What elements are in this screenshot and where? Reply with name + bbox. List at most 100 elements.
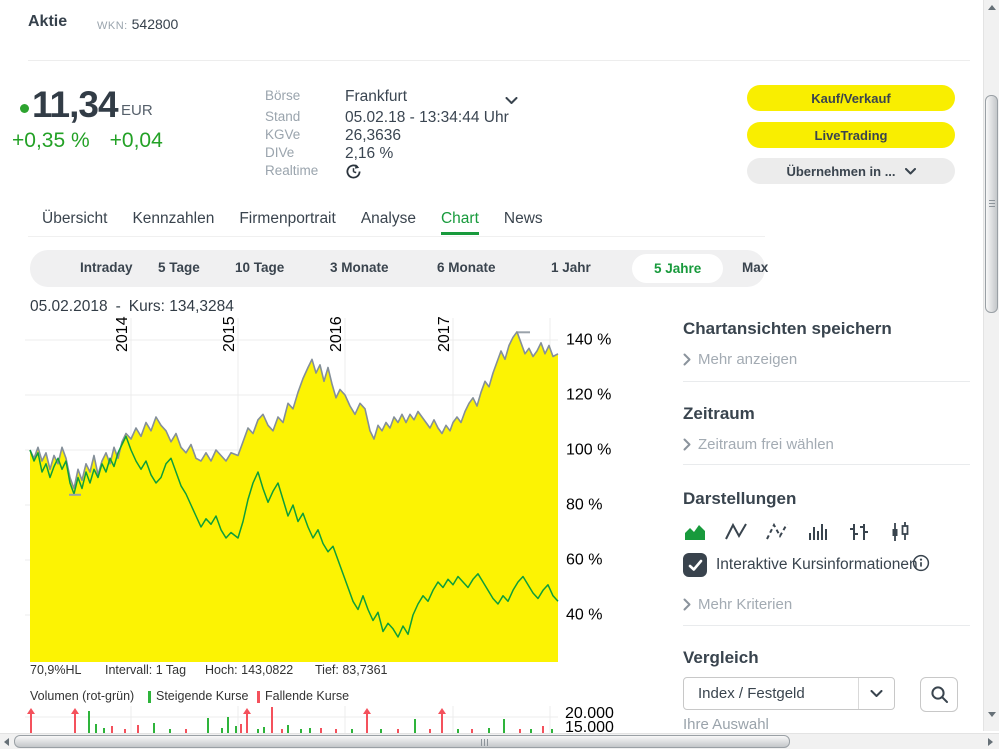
sidebar-divider: [683, 625, 970, 626]
tab-firmenportrait[interactable]: Firmenportrait: [239, 210, 335, 235]
range-max[interactable]: Max: [742, 260, 768, 275]
dive-label: DIVe: [265, 145, 295, 160]
instrument-type-title: Aktie: [28, 13, 68, 30]
interactive-info-checkbox[interactable]: [683, 553, 707, 577]
range-6-monate[interactable]: 6 Monate: [437, 260, 496, 275]
darstellungen-heading: Darstellungen: [683, 489, 797, 508]
change-absolute: +0,04: [109, 129, 163, 152]
chevron-down-icon: [904, 167, 916, 175]
svg-text:2017: 2017: [436, 316, 453, 352]
range-10-tage[interactable]: 10 Tage: [235, 260, 284, 275]
range-3-monate[interactable]: 3 Monate: [330, 260, 389, 275]
horizontal-scrollbar[interactable]: [0, 733, 999, 749]
section-tabs: Übersicht Kennzahlen Firmenportrait Anal…: [42, 210, 543, 235]
tab-chart[interactable]: Chart: [440, 210, 479, 235]
zeitraum-heading: Zeitraum: [683, 404, 755, 423]
interactive-info-label: Interaktive Kursinformationen: [716, 556, 918, 573]
tab-kennzahlen[interactable]: Kennzahlen: [132, 210, 214, 235]
stand-label: Stand: [265, 109, 301, 124]
chevron-down-icon: [858, 678, 894, 709]
comparison-search-button[interactable]: [920, 677, 958, 712]
volume-legend-title: Volumen (rot-grün): [30, 689, 135, 703]
kgve-value: 26,3636: [345, 127, 402, 144]
show-more-link[interactable]: Mehr anzeigen: [683, 351, 797, 368]
free-period-link[interactable]: Zeitraum frei wählen: [683, 436, 834, 453]
chart-date-separator: -: [115, 298, 121, 315]
live-trading-button[interactable]: LiveTrading: [747, 122, 955, 148]
apply-to-label: Übernehmen in ...: [786, 163, 896, 179]
vergleich-heading: Vergleich: [683, 648, 759, 667]
detail-row-stand: Stand 05.02.18 - 13:34:44 Uhr: [265, 109, 535, 128]
stand-value: 05.02.18 - 13:34:44 Uhr: [345, 109, 509, 126]
chart-kurs: Kurs: 134,3284: [128, 298, 234, 315]
realtime-label: Realtime: [265, 163, 319, 178]
vertical-scrollbar-thumb[interactable]: [985, 95, 998, 313]
chevron-down-icon[interactable]: [505, 92, 518, 110]
horizontal-scrollbar-thumb[interactable]: [14, 735, 790, 748]
bar-chart-icon[interactable]: [806, 520, 830, 544]
chevron-right-icon: [683, 438, 691, 451]
tab-news[interactable]: News: [504, 210, 543, 235]
sidebar-divider: [683, 381, 970, 382]
range-5-jahre-active[interactable]: 5 Jahre: [632, 254, 724, 283]
volume-legend-up: Steigende Kurse: [156, 689, 249, 703]
vertical-scrollbar[interactable]: [983, 0, 999, 731]
dashed-line-chart-icon[interactable]: [765, 520, 789, 544]
price-chart-plot[interactable]: 2014 2015 2016 2017 140 % 120 % 100 % 80 % 60 % 4…: [0, 316, 660, 749]
scroll-up-arrow[interactable]: [988, 5, 996, 10]
comparison-select-value: Index / Festgeld: [698, 685, 805, 702]
candlestick-chart-icon[interactable]: [888, 520, 912, 544]
chart-crosshair-readout: 05.02.2018- Kurs: 134,3284: [30, 298, 242, 316]
chart-type-icons: [683, 520, 912, 544]
buy-sell-button[interactable]: Kauf/Verkauf: [747, 85, 955, 111]
detail-row-kgve: KGVe 26,3636: [265, 127, 535, 146]
svg-text:40 %: 40 %: [566, 607, 602, 624]
comparison-select[interactable]: Index / Festgeld: [683, 677, 895, 710]
range-intraday[interactable]: Intraday: [80, 260, 133, 275]
svg-text:2015: 2015: [221, 316, 238, 352]
svg-text:80 %: 80 %: [566, 497, 602, 514]
area-chart-icon[interactable]: [683, 520, 707, 544]
your-selection-label: Ihre Auswahl: [683, 716, 769, 733]
boerse-label: Börse: [265, 88, 301, 103]
time-range-bar: Intraday 5 Tage 10 Tage 3 Monate 6 Monat…: [30, 250, 768, 287]
svg-text:2016: 2016: [328, 316, 345, 352]
volume-legend-down: Fallende Kurse: [265, 689, 350, 703]
wkn-label: WKN:: [97, 20, 128, 32]
tabs-divider: [28, 236, 765, 237]
detail-row-boerse: Börse Frankfurt: [265, 88, 535, 107]
dive-value: 2,16 %: [345, 145, 394, 162]
info-icon[interactable]: [912, 554, 930, 577]
detail-row-dive: DIVe 2,16 %: [265, 145, 535, 164]
tab-uebersicht[interactable]: Übersicht: [42, 210, 107, 235]
line-chart-icon[interactable]: [724, 520, 748, 544]
tab-analyse[interactable]: Analyse: [361, 210, 416, 235]
stat-high: Hoch: 143,0822: [205, 663, 294, 677]
kgve-label: KGVe: [265, 127, 301, 142]
range-1-jahr[interactable]: 1 Jahr: [551, 260, 591, 275]
realtime-refresh-icon[interactable]: [345, 163, 362, 185]
chart-date: 05.02.2018: [30, 298, 108, 315]
svg-text:140 %: 140 %: [566, 332, 611, 349]
chevron-right-icon: [683, 598, 691, 611]
scroll-left-arrow[interactable]: [4, 738, 9, 746]
detail-row-realtime: Realtime: [265, 163, 535, 182]
down-volume-swatch: [257, 691, 260, 703]
stock-detail-page: Aktie WKN: 542800 11,34 EUR +0,35 % +0,04…: [0, 0, 999, 749]
apply-to-button[interactable]: Übernehmen in ...: [747, 158, 955, 184]
scroll-down-arrow[interactable]: [988, 712, 996, 717]
sidebar-divider: [683, 464, 970, 465]
stat-interval: Intervall: 1 Tag: [105, 663, 187, 677]
svg-text:60 %: 60 %: [566, 552, 602, 569]
range-5-tage[interactable]: 5 Tage: [158, 260, 200, 275]
stat-hl: 70,9%HL: [30, 663, 82, 677]
wkn-field: WKN: 542800: [97, 16, 178, 32]
price-change: +0,35 % +0,04: [12, 129, 183, 153]
scroll-right-arrow[interactable]: [988, 738, 993, 746]
up-volume-swatch: [148, 691, 151, 703]
boerse-value[interactable]: Frankfurt: [345, 88, 407, 106]
chevron-right-icon: [683, 353, 691, 366]
stat-low: Tief: 83,7361: [315, 663, 388, 677]
ohlc-chart-icon[interactable]: [847, 520, 871, 544]
more-criteria-link[interactable]: Mehr Kriterien: [683, 596, 792, 613]
